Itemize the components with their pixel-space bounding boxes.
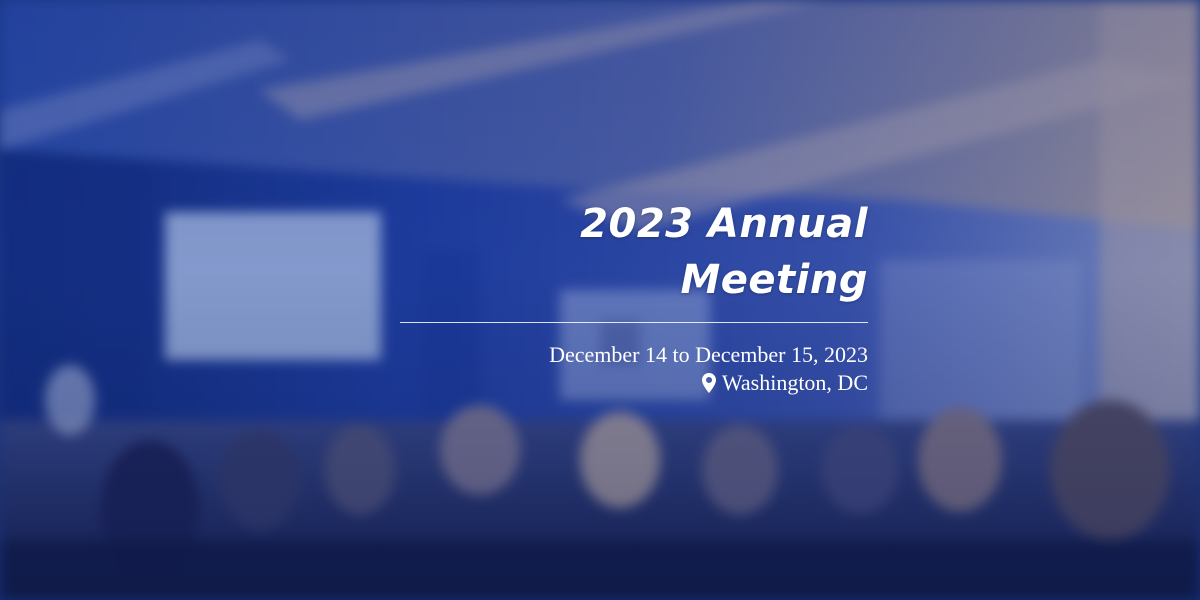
event-info: 2023 Annual Meeting December 14 to Decem…: [400, 196, 868, 397]
event-dates: December 14 to December 15, 2023: [549, 342, 868, 367]
event-location-text: Washington, DC: [721, 370, 868, 395]
event-location: Washington, DC: [400, 369, 868, 397]
title-divider: [400, 322, 868, 323]
event-banner: 2023 Annual Meeting December 14 to Decem…: [0, 0, 1200, 600]
map-pin-icon: [701, 373, 716, 393]
event-title: 2023 Annual Meeting: [580, 201, 868, 303]
